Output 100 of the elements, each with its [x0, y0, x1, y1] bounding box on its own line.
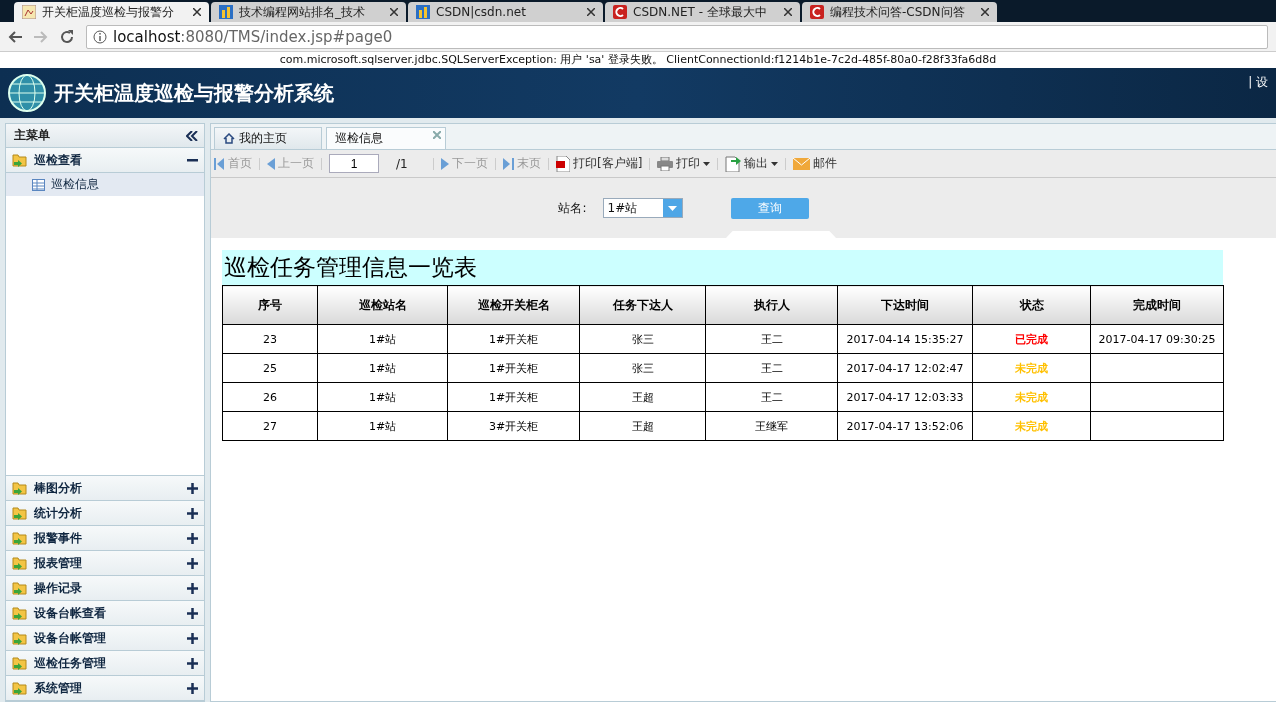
- folder-icon: [12, 530, 28, 546]
- column-header: 状态: [972, 285, 1091, 325]
- table-cell: 26: [222, 382, 318, 412]
- first-page-icon: [214, 157, 225, 170]
- plus-icon: [187, 557, 198, 569]
- close-icon[interactable]: [193, 8, 201, 16]
- last-page-icon: [503, 157, 514, 170]
- browser-tab[interactable]: CSDN.NET - 全球最大中: [605, 2, 800, 22]
- page-icon: [22, 5, 36, 19]
- column-header: 巡检站名: [317, 285, 448, 325]
- folder-icon: [12, 655, 28, 671]
- status-cell: 已完成: [972, 324, 1091, 354]
- caret-icon: [703, 161, 711, 166]
- home-icon: [223, 133, 235, 144]
- menu-item[interactable]: 巡检信息: [6, 173, 204, 196]
- plus-icon: [187, 632, 198, 644]
- plus-icon: [187, 607, 198, 619]
- menu-group[interactable]: 设备台帐管理: [6, 626, 204, 651]
- collapse-icon[interactable]: [186, 130, 198, 141]
- sidebar-title: 主菜单: [14, 127, 50, 144]
- table-cell: 23: [222, 324, 318, 354]
- page-tab[interactable]: 我的主页: [214, 127, 322, 149]
- page-number-field[interactable]: 1: [329, 154, 379, 173]
- plus-icon: [187, 682, 198, 694]
- folder-icon: [12, 555, 28, 571]
- table-title: 巡检任务管理信息一览表: [222, 250, 1223, 285]
- column-header: 执行人: [705, 285, 838, 325]
- folder-icon: [12, 580, 28, 596]
- close-icon[interactable]: [784, 8, 792, 16]
- menu-group[interactable]: 操作记录: [6, 576, 204, 601]
- menu-group[interactable]: 系统管理: [6, 676, 204, 701]
- table-cell: 1#开关柜: [447, 382, 580, 412]
- table-cell: 王二: [705, 353, 838, 383]
- close-icon[interactable]: [981, 8, 989, 16]
- browser-tab[interactable]: 开关柜温度巡检与报警分: [14, 2, 209, 22]
- export-icon: [725, 155, 742, 172]
- back-icon[interactable]: [8, 30, 22, 43]
- folder-icon: [12, 480, 28, 496]
- page-tab[interactable]: 巡检信息: [326, 127, 446, 149]
- table-cell: 2017-04-14 15:35:27: [837, 324, 973, 354]
- table-cell: 27: [222, 411, 318, 441]
- column-header: 序号: [222, 285, 318, 325]
- station-select[interactable]: 1#站: [602, 198, 683, 218]
- menu-group[interactable]: 报警事件: [6, 526, 204, 551]
- reload-icon[interactable]: [60, 29, 74, 44]
- address-field[interactable]: localhost:8080/TMS/index.jsp#page0: [86, 24, 1268, 49]
- info-icon: [93, 29, 107, 44]
- table-cell: 2017-04-17 13:52:06: [837, 411, 973, 441]
- system-title: 开关柜温度巡检与报警分析系统: [54, 79, 335, 107]
- plus-icon: [187, 532, 198, 544]
- menu-group[interactable]: 统计分析: [6, 501, 204, 526]
- toolbar-button[interactable]: 打印[客户端]: [556, 155, 643, 172]
- minus-icon: [187, 158, 198, 162]
- plus-icon: [187, 507, 198, 519]
- table-cell: 1#站: [317, 382, 448, 412]
- browser-tab[interactable]: CSDN|csdn.net: [408, 2, 603, 22]
- toolbar-button[interactable]: 邮件: [793, 155, 838, 172]
- menu-group[interactable]: 巡检查看: [6, 148, 204, 173]
- browser-tab[interactable]: 技术编程网站排名_技术: [211, 2, 406, 22]
- printer-icon: [657, 156, 674, 171]
- table-cell: 王二: [705, 382, 838, 412]
- next-icon: [441, 157, 449, 170]
- toolbar-button[interactable]: 输出: [725, 155, 779, 172]
- settings-link[interactable]: | 设: [1248, 74, 1268, 91]
- menu-group[interactable]: 设备台帐查看: [6, 601, 204, 626]
- table-cell: 王继军: [705, 411, 838, 441]
- table-cell: 张三: [579, 353, 706, 383]
- page-total: /1: [395, 156, 409, 171]
- plus-icon: [187, 582, 198, 594]
- table-cell: 25: [222, 353, 318, 383]
- folder-icon: [12, 152, 28, 168]
- c-logo-icon: [613, 5, 627, 19]
- bars-icon: [219, 5, 233, 19]
- folder-icon: [12, 505, 28, 521]
- menu-group[interactable]: 棒图分析: [6, 476, 204, 501]
- table-cell: 1#开关柜: [447, 324, 580, 354]
- c-logo-icon: [810, 5, 824, 19]
- table-icon: [32, 178, 45, 191]
- folder-icon: [12, 605, 28, 621]
- table-cell: 2017-04-17 12:02:47: [837, 353, 973, 383]
- plus-icon: [187, 657, 198, 669]
- table-cell: 1#站: [317, 353, 448, 383]
- table-cell: 王超: [579, 411, 706, 441]
- caret-icon: [667, 205, 677, 211]
- table-cell: 1#站: [317, 411, 448, 441]
- close-icon[interactable]: [390, 8, 398, 16]
- table-cell: 1#站: [317, 324, 448, 354]
- toolbar-button[interactable]: 打印: [657, 155, 711, 172]
- status-cell: 未完成: [972, 411, 1091, 441]
- browser-tab[interactable]: 编程技术问答-CSDN问答: [802, 2, 997, 22]
- status-cell: 未完成: [972, 353, 1091, 383]
- column-header: 任务下达人: [579, 285, 706, 325]
- menu-group[interactable]: 巡检任务管理: [6, 651, 204, 676]
- bars-icon: [416, 5, 430, 19]
- close-icon[interactable]: [587, 8, 595, 16]
- station-label: 站名:: [558, 199, 587, 217]
- table-cell: 王二: [705, 324, 838, 354]
- previous-icon: [267, 157, 275, 170]
- table-cell: 张三: [579, 324, 706, 354]
- menu-group[interactable]: 报表管理: [6, 551, 204, 576]
